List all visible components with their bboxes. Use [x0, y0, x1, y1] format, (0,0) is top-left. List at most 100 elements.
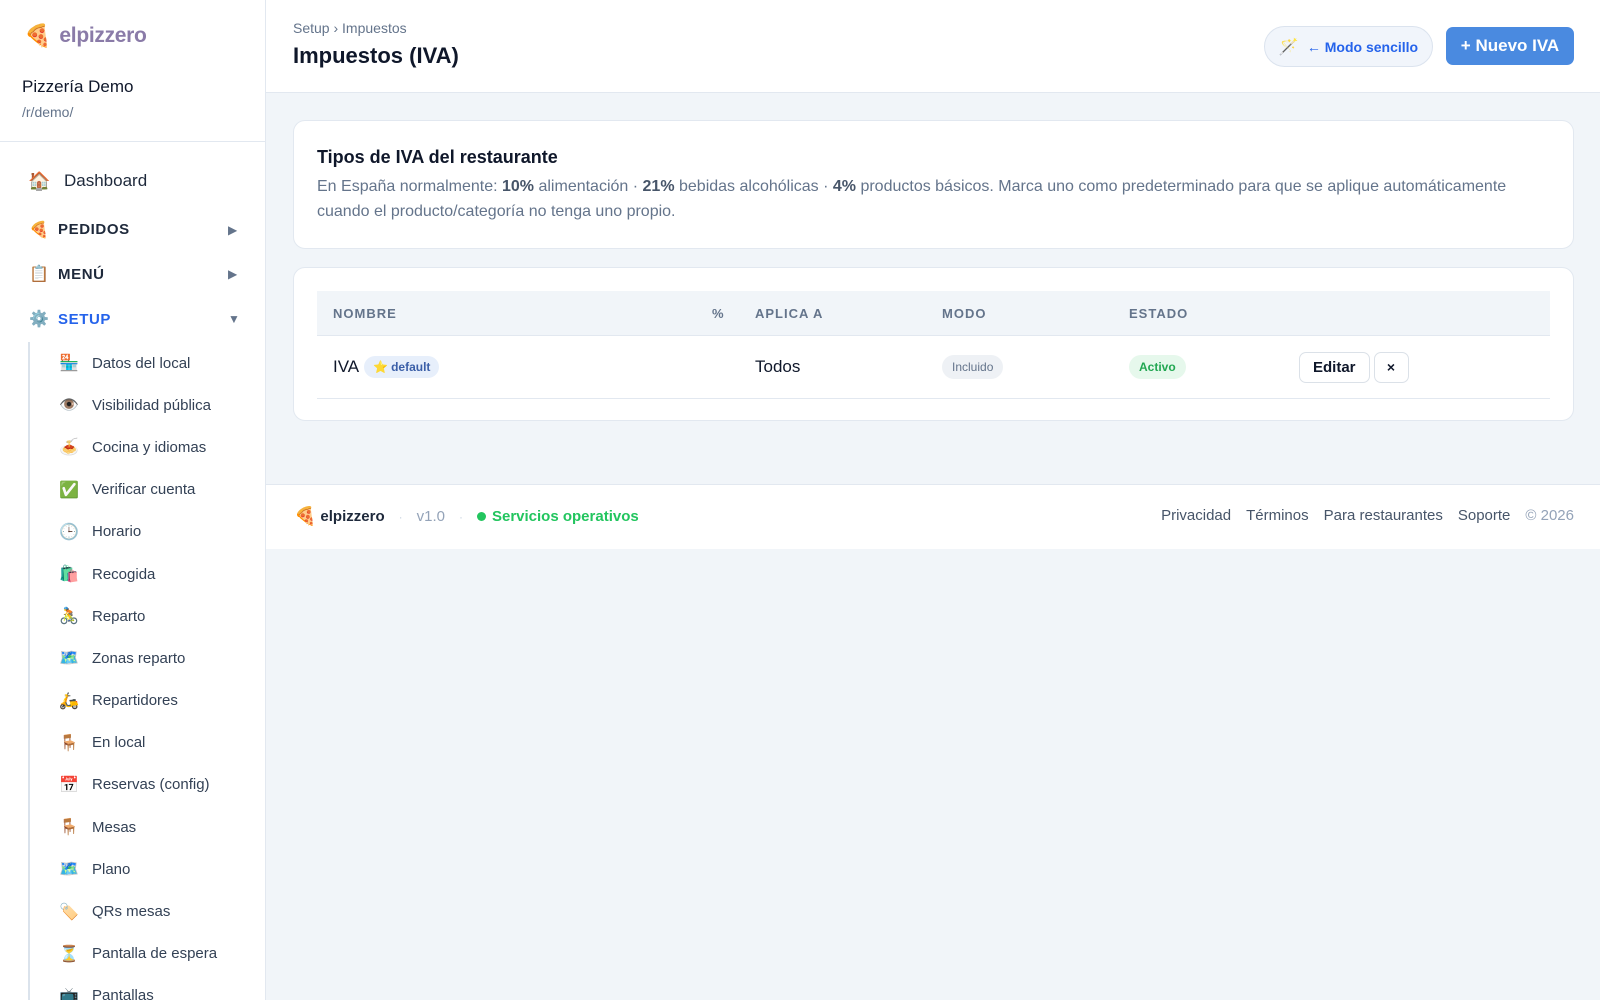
new-iva-button[interactable]: + Nuevo IVA: [1446, 27, 1574, 65]
column-header-percent: %: [712, 306, 725, 321]
sidebar-item-label: Pantallas: [92, 987, 154, 1000]
tax-table-card: NOMBRE % APLICA A MODO ESTADO IVA ⭐ defa…: [293, 267, 1574, 421]
footer-separator: ·: [458, 509, 463, 524]
sidebar: 🍕 elpizzero Pizzería Demo /r/demo/ 🏠 Das…: [0, 0, 266, 1000]
scooter-icon: 🛵: [59, 692, 79, 710]
sidebar-item-horario[interactable]: 🕒 Horario: [30, 511, 265, 553]
chair-icon: 🪑: [59, 734, 79, 752]
footer-copyright: © 2026: [1525, 507, 1574, 524]
tv-icon: 📺: [59, 987, 79, 1000]
sidebar-item-reservas-config[interactable]: 📅 Reservas (config): [30, 764, 265, 806]
sidebar-item-repartidores[interactable]: 🛵 Repartidores: [30, 680, 265, 722]
sidebar-item-label: Reparto: [92, 607, 146, 625]
sidebar-item-mesas[interactable]: 🪑 Mesas: [30, 806, 265, 848]
info-title: Tipos de IVA del restaurante: [317, 147, 558, 167]
bicycle-icon: 🚴: [59, 608, 79, 626]
eye-icon: 👁️: [59, 397, 79, 415]
map-icon: 🗺️: [59, 861, 79, 879]
sidebar-item-recogida[interactable]: 🛍️ Recogida: [30, 553, 265, 595]
restaurant-name: Pizzería Demo: [22, 77, 134, 96]
clock-icon: 🕒: [59, 523, 79, 541]
footer-separator: ·: [398, 509, 403, 524]
sidebar-item-verificar-cuenta[interactable]: ✅ Verificar cuenta: [30, 469, 265, 511]
sidebar-item-visibilidad-publica[interactable]: 👁️ Visibilidad pública: [30, 384, 265, 426]
sidebar-item-label: Verificar cuenta: [92, 481, 196, 499]
status-dot-icon: [476, 512, 486, 521]
status-badge: Activo: [1129, 355, 1186, 379]
sidebar-item-label: Datos del local: [92, 354, 191, 372]
sidebar-group-label: PEDIDOS: [58, 221, 130, 238]
info-text-part: En España normalmente:: [317, 178, 502, 195]
footer-link-privacidad[interactable]: Privacidad: [1161, 507, 1231, 524]
simple-mode-label: ← Modo sencillo: [1306, 38, 1419, 55]
check-icon: ✅: [59, 481, 79, 499]
sidebar-item-label: Reservas (config): [92, 776, 210, 794]
mode-badge: Incluido: [942, 355, 1004, 379]
rate-basic: 4%: [832, 178, 856, 195]
rate-alcohol: 21%: [642, 178, 675, 195]
sidebar-item-pantallas[interactable]: 📺 Pantallas: [30, 975, 265, 1000]
sidebar-item-reparto[interactable]: 🚴 Reparto: [30, 595, 265, 637]
hourglass-icon: ⏳: [59, 945, 79, 963]
sidebar-item-label: Recogida: [92, 565, 156, 583]
sidebar-item-label: Pantalla de espera: [92, 945, 218, 963]
delete-button[interactable]: ×: [1373, 351, 1409, 383]
column-header-modo: MODO: [942, 306, 987, 321]
sidebar-group-pedidos[interactable]: 🍕 PEDIDOS ▶: [0, 207, 265, 252]
footer-link-soporte[interactable]: Soporte: [1458, 507, 1511, 524]
simple-mode-button[interactable]: 🪄 ← Modo sencillo: [1264, 26, 1433, 67]
pizza-icon: 🍕: [29, 221, 49, 239]
sidebar-item-zonas-reparto[interactable]: 🗺️ Zonas reparto: [30, 637, 265, 679]
sidebar-item-label: Repartidores: [92, 692, 178, 710]
footer-links: Privacidad Términos Para restaurantes So…: [1161, 507, 1574, 524]
default-badge: ⭐ default: [364, 356, 440, 378]
sidebar-divider: [0, 141, 265, 142]
sidebar-item-pantalla-de-espera[interactable]: ⏳ Pantalla de espera: [30, 933, 265, 975]
brand-logo[interactable]: 🍕 elpizzero: [24, 24, 147, 48]
sidebar-item-datos-del-local[interactable]: 🏪 Datos del local: [30, 342, 265, 384]
sidebar-item-dashboard[interactable]: 🏠 Dashboard: [0, 160, 265, 202]
info-card: Tipos de IVA del restaurante En España n…: [293, 120, 1574, 249]
sidebar-group-label: SETUP: [58, 310, 112, 328]
sidebar-item-qrs-mesas[interactable]: 🏷️ QRs mesas: [30, 890, 265, 932]
sidebar-item-label: Cocina y idiomas: [92, 438, 207, 456]
sidebar-item-label: Mesas: [92, 818, 137, 836]
cell-estado: Activo: [1129, 336, 1186, 398]
cell-aplica-a: Todos: [755, 336, 800, 398]
breadcrumb[interactable]: Setup › Impuestos: [293, 20, 407, 36]
default-badge-label: default: [391, 360, 431, 374]
rate-food: 10%: [502, 178, 535, 195]
sidebar-group-menu[interactable]: 📋 MENÚ ▶: [0, 252, 265, 296]
shopping-bag-icon: 🛍️: [59, 566, 79, 584]
applies-to: Todos: [755, 357, 801, 376]
footer-link-para-restaurantes[interactable]: Para restaurantes: [1324, 507, 1443, 524]
info-text-part: bebidas alcohólicas ·: [674, 178, 833, 195]
sidebar-item-cocina-y-idiomas[interactable]: 🍝 Cocina y idiomas: [30, 426, 265, 468]
info-text: En España normalmente: 10% alimentación …: [317, 175, 1547, 224]
column-header-estado: ESTADO: [1129, 306, 1189, 321]
home-icon: 🏠: [28, 170, 51, 191]
cell-nombre: IVA ⭐ default: [333, 336, 440, 398]
pizza-icon: 🍕: [294, 506, 317, 526]
sidebar-item-label: Visibilidad pública: [92, 396, 211, 414]
info-text-part: alimentación ·: [534, 178, 643, 195]
gear-icon: ⚙️: [29, 311, 49, 328]
sidebar-item-label: Zonas reparto: [92, 649, 186, 667]
magic-wand-icon: 🪄: [1278, 38, 1299, 56]
footer-left: 🍕 elpizzero · v1.0 · Servicios operativo…: [294, 506, 639, 527]
chevron-right-icon: ▶: [228, 222, 238, 237]
pizza-icon: 🍕: [24, 23, 52, 48]
sidebar-item-en-local[interactable]: 🪑 En local: [30, 722, 265, 764]
page-header: Setup › Impuestos Impuestos (IVA) 🪄 ← Mo…: [266, 0, 1600, 93]
footer-link-terminos[interactable]: Términos: [1246, 507, 1309, 524]
brand-name: elpizzero: [59, 24, 147, 47]
sidebar-item-plano[interactable]: 🗺️ Plano: [30, 848, 265, 890]
edit-button[interactable]: Editar: [1299, 351, 1370, 383]
sidebar-group-setup[interactable]: ⚙️ SETUP ▼: [0, 296, 265, 342]
sidebar-item-label: QRs mesas: [92, 903, 171, 921]
clipboard-icon: 📋: [29, 266, 49, 283]
cell-modo: Incluido: [942, 336, 1004, 398]
chevron-right-icon: ▶: [228, 267, 238, 281]
sidebar-nav: 🏠 Dashboard 🍕 PEDIDOS ▶ 📋 MENÚ ▶ ⚙️ SETU…: [0, 160, 265, 1000]
service-status[interactable]: Servicios operativos: [492, 508, 639, 525]
